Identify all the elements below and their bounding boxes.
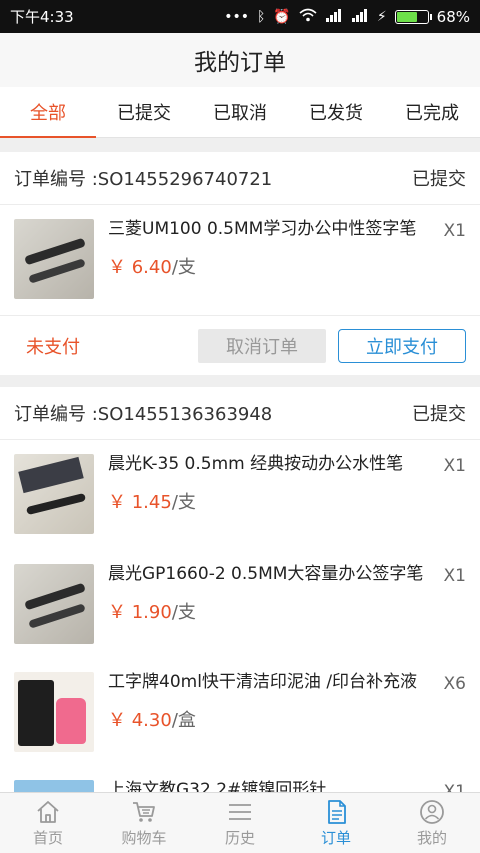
item-info: 晨光K-35 0.5mm 经典按动办公水性笔 X1 ￥ 1.45/支 xyxy=(108,454,466,550)
user-icon xyxy=(418,799,446,825)
bottom-nav: 首页 购物车 历史 订单 我的 xyxy=(0,792,480,853)
price-unit: /支 xyxy=(171,602,196,623)
order-item[interactable]: 晨光K-35 0.5mm 经典按动办公水性笔 X1 ￥ 1.45/支 xyxy=(0,440,480,550)
tab-cancelled[interactable]: 已取消 xyxy=(192,87,288,137)
tab-all[interactable]: 全部 xyxy=(0,87,96,138)
tab-shipped[interactable]: 已发货 xyxy=(288,87,384,137)
pen-box-image xyxy=(14,454,94,534)
nav-label: 购物车 xyxy=(121,828,167,847)
signal-icon-2 xyxy=(351,8,369,25)
item-name: 三菱UM100 0.5MM学习办公中性签字笔 xyxy=(108,219,417,239)
bluetooth-icon: ᛒ xyxy=(256,8,266,25)
page-title: 我的订单 xyxy=(194,50,286,76)
pen-image xyxy=(14,564,94,644)
item-price: ￥ 4.30/盒 xyxy=(108,706,466,732)
order-card: 订单编号 :SO1455136363948 已提交 晨光K-35 0.5mm 经… xyxy=(0,387,480,794)
nav-label: 我的 xyxy=(416,828,447,847)
order-icon xyxy=(322,799,350,825)
battery-percent: 68% xyxy=(436,7,470,26)
charging-icon: ⚡ xyxy=(376,8,387,25)
price-value: ￥ 1.45 xyxy=(108,492,172,513)
nav-orders[interactable]: 订单 xyxy=(288,793,384,853)
more-icon: ••• xyxy=(224,8,249,25)
order-item[interactable]: 三菱UM100 0.5MM学习办公中性签字笔 X1 ￥ 6.40/支 xyxy=(0,205,480,315)
order-item[interactable]: 工字牌40ml快干清洁印泥油 /印台补充液 X6 ￥ 4.30/盒 xyxy=(0,658,480,766)
order-footer: 未支付 取消订单 立即支付 xyxy=(0,315,480,375)
signal-icon xyxy=(325,8,343,25)
order-header: 订单编号 :SO1455136363948 已提交 xyxy=(0,387,480,440)
alarm-icon: ⏰ xyxy=(273,8,291,25)
item-price: ￥ 6.40/支 xyxy=(108,253,466,279)
item-info: 三菱UM100 0.5MM学习办公中性签字笔 X1 ￥ 6.40/支 xyxy=(108,219,466,315)
order-item[interactable]: 晨光GP1660-2 0.5MM大容量办公签字笔 X1 ￥ 1.90/支 xyxy=(0,550,480,658)
item-name: 工字牌40ml快干清洁印泥油 /印台补充液 xyxy=(108,672,418,692)
pen-image xyxy=(14,219,94,299)
order-tabs: 全部 已提交 已取消 已发货 已完成 xyxy=(0,87,480,138)
nav-label: 首页 xyxy=(32,828,63,847)
order-list[interactable]: 订单编号 :SO1455296740721 已提交 三菱UM100 0.5MM学… xyxy=(0,152,480,794)
list-icon xyxy=(226,799,254,825)
nav-label: 历史 xyxy=(224,828,255,847)
item-quantity: X1 xyxy=(443,221,466,241)
cart-icon xyxy=(130,799,158,825)
order-number: 订单编号 :SO1455296740721 xyxy=(14,169,273,190)
nav-history[interactable]: 历史 xyxy=(192,793,288,853)
order-status: 已提交 xyxy=(412,404,466,425)
ink-bottle-image xyxy=(14,672,94,752)
status-time: 下午4:33 xyxy=(10,8,74,26)
status-bar: 下午4:33 ••• ᛒ ⏰ ⚡ 68% xyxy=(0,0,480,33)
item-price: ￥ 1.90/支 xyxy=(108,598,466,624)
price-value: ￥ 6.40 xyxy=(108,257,172,278)
payment-status: 未支付 xyxy=(26,336,80,358)
item-quantity: X1 xyxy=(443,566,466,586)
tab-completed[interactable]: 已完成 xyxy=(384,87,480,137)
nav-profile[interactable]: 我的 xyxy=(384,793,480,853)
price-unit: /支 xyxy=(171,257,196,278)
price-unit: /盒 xyxy=(171,710,196,731)
pay-now-button[interactable]: 立即支付 xyxy=(338,328,466,363)
nav-label: 订单 xyxy=(320,828,351,847)
item-info: 晨光GP1660-2 0.5MM大容量办公签字笔 X1 ￥ 1.90/支 xyxy=(108,564,466,658)
wifi-icon xyxy=(299,8,317,25)
status-icons: ••• ᛒ ⏰ ⚡ 68% xyxy=(224,8,470,26)
item-quantity: X1 xyxy=(443,456,466,476)
cancel-order-button[interactable]: 取消订单 xyxy=(198,328,326,363)
price-value: ￥ 4.30 xyxy=(108,710,172,731)
home-icon xyxy=(34,799,62,825)
item-price: ￥ 1.45/支 xyxy=(108,488,466,514)
order-item[interactable]: 上海文教G32 2#镀镍回形针 X1 xyxy=(0,766,480,794)
item-name: 晨光K-35 0.5mm 经典按动办公水性笔 xyxy=(108,454,404,474)
tab-submitted[interactable]: 已提交 xyxy=(96,87,192,137)
order-card: 订单编号 :SO1455296740721 已提交 三菱UM100 0.5MM学… xyxy=(0,152,480,375)
page-header: 我的订单 xyxy=(0,33,480,87)
battery-icon xyxy=(394,9,432,24)
nav-cart[interactable]: 购物车 xyxy=(96,793,192,853)
price-unit: /支 xyxy=(171,492,196,513)
price-value: ￥ 1.90 xyxy=(108,602,172,623)
item-name: 晨光GP1660-2 0.5MM大容量办公签字笔 xyxy=(108,564,424,584)
item-info: 工字牌40ml快干清洁印泥油 /印台补充液 X6 ￥ 4.30/盒 xyxy=(108,672,466,766)
order-status: 已提交 xyxy=(412,169,466,190)
item-quantity: X6 xyxy=(443,674,466,694)
nav-home[interactable]: 首页 xyxy=(0,793,96,853)
battery-level xyxy=(396,11,418,22)
order-header: 订单编号 :SO1455296740721 已提交 xyxy=(0,152,480,205)
order-number: 订单编号 :SO1455136363948 xyxy=(14,404,273,425)
